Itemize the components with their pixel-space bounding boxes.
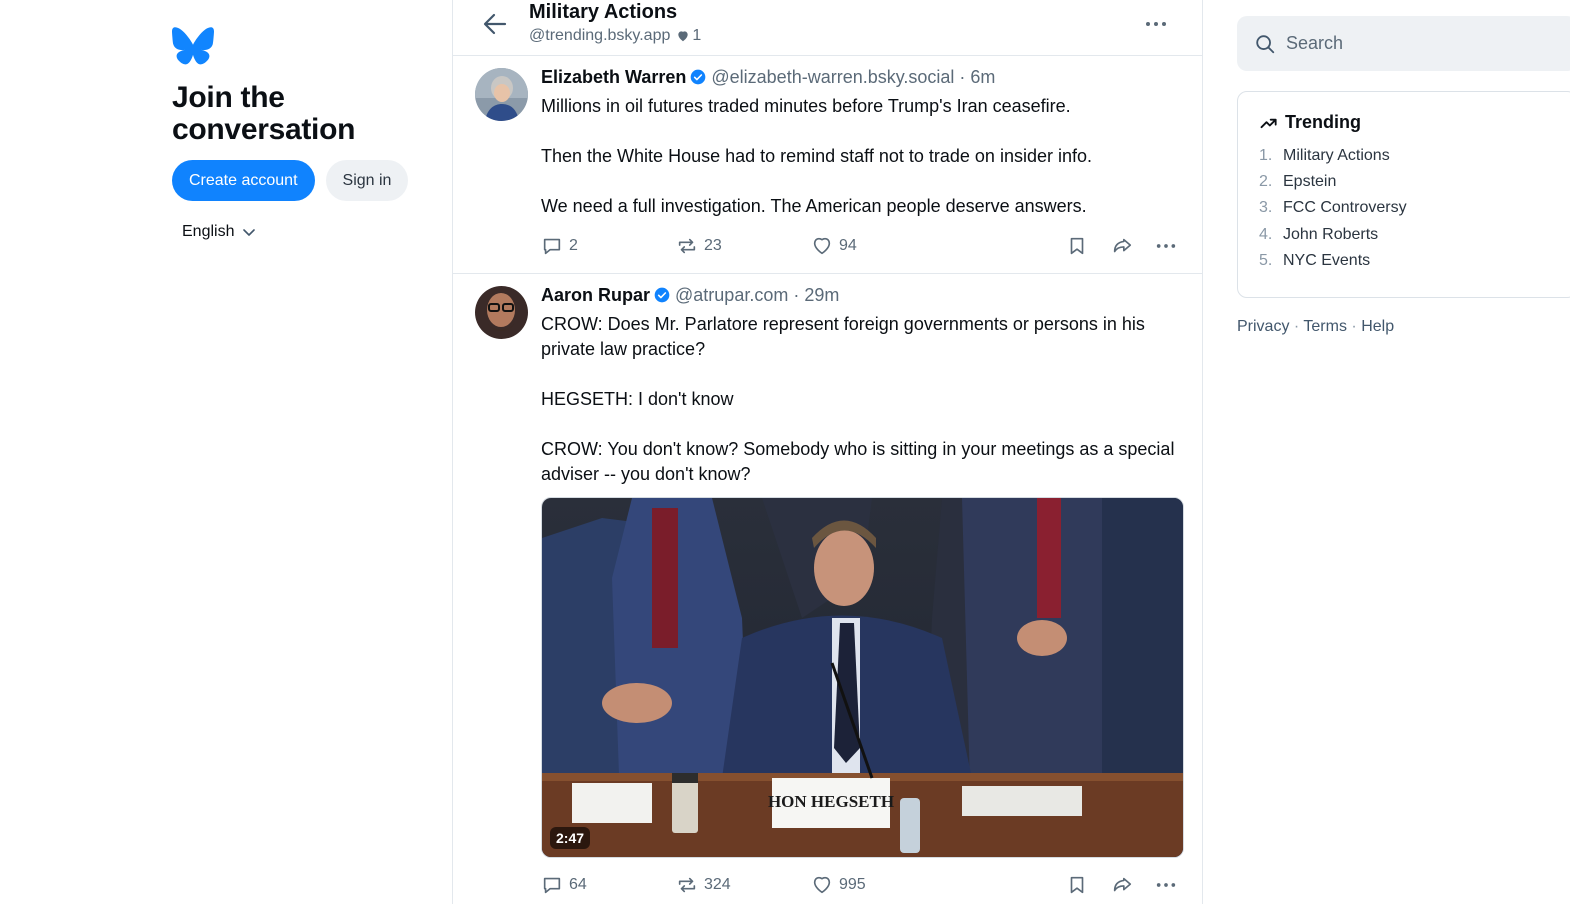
language-select[interactable]: English — [182, 223, 442, 241]
repost-icon — [678, 877, 696, 893]
bookmark-button[interactable] — [1066, 874, 1088, 896]
left-sidebar: Join the conversation Create account Sig… — [172, 26, 442, 241]
main-feed: Military Actions @trending.bsky.app 1 El… — [452, 0, 1203, 904]
join-heading: Join the conversation — [172, 81, 356, 146]
like-button[interactable]: 995 — [811, 874, 866, 896]
share-button[interactable] — [1111, 874, 1133, 896]
back-arrow-icon[interactable] — [481, 10, 509, 38]
more-options-icon[interactable] — [1144, 12, 1168, 36]
trending-panel: Trending 1. Military Actions 2. Epstein 3.… — [1237, 91, 1570, 298]
post-header: Elizabeth Warren @elizabeth-warren.bsky.… — [541, 66, 1182, 88]
share-button[interactable] — [1111, 235, 1133, 257]
trending-arrow-icon — [1260, 118, 1277, 128]
like-button[interactable]: 94 — [811, 235, 857, 257]
share-icon — [1113, 238, 1132, 253]
trending-title: Trending — [1285, 112, 1361, 132]
reply-button[interactable]: 64 — [541, 874, 587, 896]
reply-count: 2 — [569, 237, 578, 254]
footer-links: Privacy · Terms · Help — [1237, 318, 1570, 336]
reply-icon — [543, 877, 561, 894]
butterfly-logo-icon[interactable] — [172, 26, 214, 66]
post-actions: 64 324 995 — [541, 866, 1182, 912]
feed-title: Military Actions — [529, 1, 678, 23]
privacy-link[interactable]: Privacy — [1237, 318, 1289, 335]
repost-count: 23 — [704, 237, 722, 254]
verified-badge-icon — [654, 287, 670, 303]
feed-handle: @trending.bsky.app — [529, 27, 671, 44]
search-icon — [1256, 34, 1275, 53]
more-options-icon — [1156, 883, 1176, 887]
like-count: 94 — [839, 237, 857, 254]
right-sidebar: Trending 1.Military Actions 2.Epstein 3.… — [1237, 16, 1570, 336]
post[interactable]: Aaron Rupar @atrupar.com · 29m CROW: Doe… — [453, 274, 1202, 912]
bookmark-icon — [1070, 237, 1084, 255]
heart-filled-icon — [678, 31, 689, 42]
video-thumbnail: HON HEGSETH — [542, 498, 1183, 857]
reply-button[interactable]: 2 — [541, 235, 578, 257]
author-name[interactable]: Elizabeth Warren — [541, 67, 686, 88]
footer-separator: · — [1351, 318, 1357, 335]
reply-icon — [543, 238, 561, 255]
feed-like-count: 1 — [676, 27, 701, 45]
video-player[interactable]: HON HEGSETH 2:47 — [541, 497, 1184, 858]
share-icon — [1113, 877, 1132, 892]
trending-item[interactable]: 2. Epstein — [1259, 169, 1556, 195]
post-time[interactable]: 29m — [804, 285, 839, 306]
footer-separator: · — [1293, 318, 1300, 335]
trending-item[interactable]: 1. Military Actions — [1259, 143, 1556, 169]
nameplate-text: HON HEGSETH — [768, 792, 894, 811]
repost-count: 324 — [704, 876, 731, 893]
trending-item[interactable]: 5. NYC Events — [1259, 248, 1556, 274]
feed-subtitle: @trending.bsky.app 1 — [529, 27, 701, 45]
language-label: English — [182, 223, 235, 240]
heart-icon — [813, 876, 831, 894]
post[interactable]: Elizabeth Warren @elizabeth-warren.bsky.… — [453, 56, 1202, 274]
trending-list: 1. Military Actions 2. Epstein 3. FCC Contr… — [1259, 143, 1556, 274]
post-text: Millions in oil futures traded minutes b… — [541, 96, 1092, 216]
more-options-icon — [1156, 244, 1176, 248]
feed-header: Military Actions @trending.bsky.app 1 — [453, 0, 1202, 56]
trending-item[interactable]: 4. John Roberts — [1259, 222, 1556, 248]
verified-badge-icon — [691, 69, 706, 85]
heart-icon — [813, 237, 831, 255]
search-box[interactable] — [1237, 16, 1570, 71]
bookmark-icon — [1070, 876, 1084, 894]
avatar[interactable] — [475, 68, 528, 121]
help-link[interactable]: Help — [1361, 318, 1394, 335]
chevron-down-icon — [243, 229, 256, 236]
separator-dot: · — [954, 66, 971, 87]
trending-header: Trending — [1259, 112, 1556, 133]
post-more-button[interactable] — [1155, 235, 1177, 257]
post-text: CROW: Does Mr. Parlatore represent forei… — [541, 314, 1175, 484]
separator-dot: · — [788, 284, 805, 305]
author-handle[interactable]: @elizabeth-warren.bsky.social — [711, 67, 954, 88]
terms-link[interactable]: Terms — [1303, 318, 1347, 335]
author-name[interactable]: Aaron Rupar — [541, 285, 650, 306]
author-handle[interactable]: @atrupar.com — [675, 285, 788, 306]
post-time[interactable]: 6m — [970, 67, 995, 88]
post-more-button[interactable] — [1155, 874, 1177, 896]
reply-count: 64 — [569, 876, 587, 893]
repost-button[interactable]: 324 — [676, 874, 731, 896]
avatar[interactable] — [475, 286, 528, 339]
repost-button[interactable]: 23 — [676, 235, 722, 257]
video-duration: 2:47 — [550, 827, 591, 849]
trending-item[interactable]: 3. FCC Controversy — [1259, 195, 1556, 221]
post-header: Aaron Rupar @atrupar.com · 29m — [541, 284, 1182, 306]
repost-icon — [678, 238, 696, 254]
post-actions: 2 23 94 — [541, 227, 1182, 273]
search-input[interactable] — [1286, 33, 1546, 54]
sign-in-button[interactable]: Sign in — [325, 160, 409, 201]
bookmark-button[interactable] — [1066, 235, 1088, 257]
auth-buttons: Create account Sign in — [172, 160, 442, 201]
create-account-button[interactable]: Create account — [172, 160, 315, 201]
like-count: 995 — [839, 876, 866, 893]
